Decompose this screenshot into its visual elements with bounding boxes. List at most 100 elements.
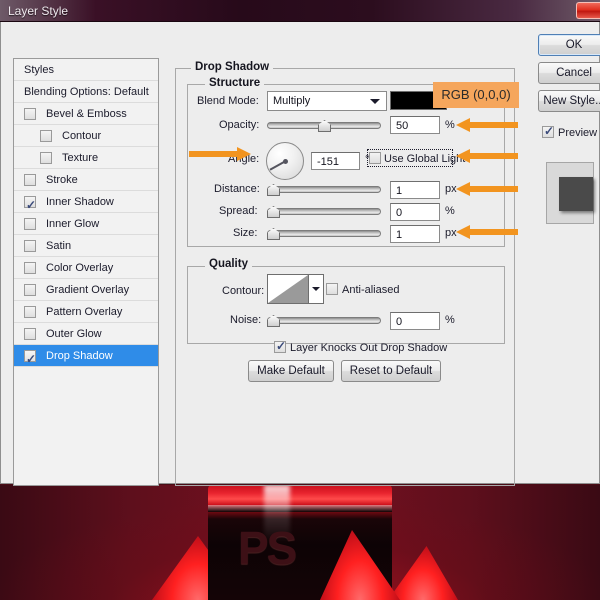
distance-slider-track xyxy=(267,186,381,193)
window-title: Layer Style xyxy=(8,4,68,18)
preview-label: Preview xyxy=(558,127,597,139)
checkbox-color-overlay[interactable] xyxy=(24,262,36,274)
quality-group-title: Quality xyxy=(205,258,252,270)
layer-knocks-out-label: Layer Knocks Out Drop Shadow xyxy=(290,342,447,354)
styles-list-header[interactable]: Styles xyxy=(14,59,158,81)
sidebar-item-label: Stroke xyxy=(46,169,78,191)
sidebar-item-color-overlay[interactable]: Color Overlay xyxy=(14,257,158,279)
noise-slider[interactable] xyxy=(267,313,381,327)
spread-label: Spread: xyxy=(219,205,258,217)
noise-input[interactable]: 0 xyxy=(390,312,440,330)
sidebar-item-label: Outer Glow xyxy=(46,323,102,345)
opacity-unit: % xyxy=(445,119,455,131)
sidebar-item-label: Texture xyxy=(62,147,98,169)
contour-preview[interactable] xyxy=(267,274,309,304)
checkbox-stroke[interactable] xyxy=(24,174,36,186)
spread-slider-track xyxy=(267,208,381,215)
arrow-to-distance-icon xyxy=(456,182,518,196)
sidebar-item-satin[interactable]: Satin xyxy=(14,235,158,257)
rgb-value-badge: RGB (0,0,0) xyxy=(433,82,519,108)
ok-button[interactable]: OK xyxy=(538,34,600,56)
cancel-button[interactable]: Cancel xyxy=(538,62,600,84)
blend-mode-select[interactable]: Multiply xyxy=(267,91,387,111)
checkbox-inner-shadow[interactable] xyxy=(24,196,36,208)
sidebar-item-label: Gradient Overlay xyxy=(46,279,129,301)
artwork-can-rim xyxy=(208,505,392,512)
chevron-down-icon xyxy=(370,99,380,104)
close-icon[interactable] xyxy=(576,2,600,19)
checkbox-contour[interactable] xyxy=(40,130,52,142)
arrow-to-opacity-icon xyxy=(456,118,518,132)
use-global-light-label: Use Global Light xyxy=(384,153,465,165)
blend-mode-label: Blend Mode: xyxy=(197,95,259,107)
layer-style-dialog: Styles Blending Options: Default Bevel &… xyxy=(0,22,600,484)
make-default-button[interactable]: Make Default xyxy=(248,360,334,382)
checkbox-pattern-overlay[interactable] xyxy=(24,306,36,318)
spread-unit: % xyxy=(445,205,455,217)
styles-list[interactable]: Styles Blending Options: Default Bevel &… xyxy=(13,58,159,486)
distance-input[interactable]: 1 xyxy=(390,181,440,199)
sidebar-item-gradient-overlay[interactable]: Gradient Overlay xyxy=(14,279,158,301)
preview-thumbnail-panel xyxy=(546,162,594,224)
preview-swatch xyxy=(559,177,593,211)
checkbox-drop-shadow[interactable] xyxy=(24,350,36,362)
contour-label: Contour: xyxy=(222,285,264,297)
angle-dial[interactable] xyxy=(266,142,304,180)
artwork-brand-text: PS xyxy=(238,528,318,568)
opacity-input[interactable]: 50 xyxy=(390,116,440,134)
arrow-to-size-icon xyxy=(456,225,518,239)
anti-aliased-label: Anti-aliased xyxy=(342,284,399,296)
spread-slider[interactable] xyxy=(267,204,381,218)
checkbox-texture[interactable] xyxy=(40,152,52,164)
checkbox-satin[interactable] xyxy=(24,240,36,252)
checkbox-bevel-emboss[interactable] xyxy=(24,108,36,120)
new-style-button[interactable]: New Style... xyxy=(538,90,600,112)
sidebar-item-label: Inner Shadow xyxy=(46,191,114,213)
checkbox-preview[interactable] xyxy=(542,126,554,138)
size-slider-track xyxy=(267,230,381,237)
checkbox-anti-aliased[interactable] xyxy=(326,283,338,295)
spread-input[interactable]: 0 xyxy=(390,203,440,221)
angle-dial-hub xyxy=(283,159,288,164)
sidebar-item-label: Bevel & Emboss xyxy=(46,103,127,125)
checkbox-layer-knocks-out[interactable] xyxy=(274,341,286,353)
sidebar-item-texture[interactable]: Texture xyxy=(14,147,158,169)
checkbox-outer-glow[interactable] xyxy=(24,328,36,340)
sidebar-item-contour[interactable]: Contour xyxy=(14,125,158,147)
size-unit: px xyxy=(445,227,457,239)
sidebar-item-label: Contour xyxy=(62,125,101,147)
noise-slider-track xyxy=(267,317,381,324)
distance-slider[interactable] xyxy=(267,182,381,196)
sidebar-item-stroke[interactable]: Stroke xyxy=(14,169,158,191)
sidebar-item-drop-shadow[interactable]: Drop Shadow xyxy=(14,345,158,367)
noise-unit: % xyxy=(445,314,455,326)
sidebar-item-inner-shadow[interactable]: Inner Shadow xyxy=(14,191,158,213)
checkbox-gradient-overlay[interactable] xyxy=(24,284,36,296)
distance-label: Distance: xyxy=(214,183,260,195)
drop-shadow-group-title: Drop Shadow xyxy=(191,61,273,73)
size-input[interactable]: 1 xyxy=(390,225,440,243)
structure-group-title: Structure xyxy=(205,77,264,89)
noise-label: Noise: xyxy=(230,314,261,326)
sidebar-item-label: Drop Shadow xyxy=(46,345,113,367)
sidebar-item-pattern-overlay[interactable]: Pattern Overlay xyxy=(14,301,158,323)
styles-header-label: Styles xyxy=(24,59,54,81)
sidebar-item-bevel-emboss[interactable]: Bevel & Emboss xyxy=(14,103,158,125)
arrow-to-angle-icon xyxy=(189,147,251,161)
sidebar-item-inner-glow[interactable]: Inner Glow xyxy=(14,213,158,235)
opacity-label: Opacity: xyxy=(219,119,259,131)
checkbox-inner-glow[interactable] xyxy=(24,218,36,230)
arrow-to-global-light-icon xyxy=(456,149,518,163)
sidebar-item-blending-options[interactable]: Blending Options: Default xyxy=(14,81,158,103)
reset-to-default-button[interactable]: Reset to Default xyxy=(341,360,441,382)
size-slider[interactable] xyxy=(267,226,381,240)
angle-input[interactable]: -151 xyxy=(311,152,360,170)
sidebar-item-label: Color Overlay xyxy=(46,257,113,279)
contour-dropdown-button[interactable] xyxy=(309,274,324,304)
opacity-slider[interactable] xyxy=(267,118,381,132)
sidebar-item-outer-glow[interactable]: Outer Glow xyxy=(14,323,158,345)
quality-group xyxy=(187,266,505,344)
checkbox-use-global-light[interactable] xyxy=(369,152,381,164)
blending-options-label: Blending Options: Default xyxy=(24,81,149,103)
window-titlebar[interactable]: Layer Style xyxy=(0,0,600,22)
